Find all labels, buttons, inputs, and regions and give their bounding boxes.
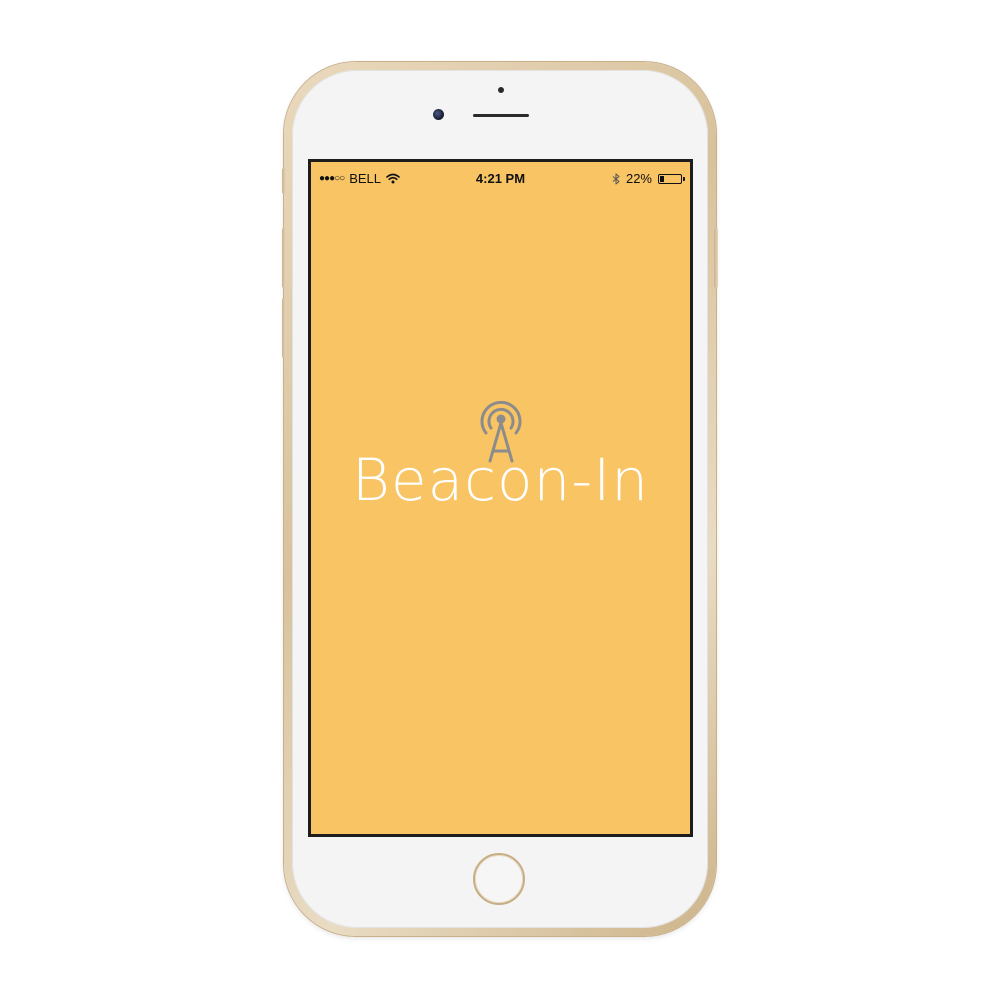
status-right: 22% — [612, 171, 685, 186]
mute-switch[interactable] — [282, 168, 286, 194]
volume-down-button[interactable] — [282, 298, 286, 358]
volume-up-button[interactable] — [282, 228, 286, 288]
home-button[interactable] — [473, 853, 525, 905]
proximity-sensor — [498, 87, 504, 93]
earpiece-speaker — [473, 114, 529, 117]
bluetooth-icon — [612, 173, 620, 184]
battery-tip — [683, 176, 685, 181]
battery-icon — [658, 173, 685, 184]
app-name: Beacon-In — [351, 446, 650, 514]
battery-level — [660, 175, 664, 182]
status-bar: ●●●○○ BELL 4:21 PM 22% — [311, 162, 690, 194]
stage: ●●●○○ BELL 4:21 PM 22% Beacon-In — [0, 0, 1000, 1000]
front-camera-icon — [433, 109, 444, 120]
power-button[interactable] — [714, 228, 718, 288]
battery-percent: 22% — [625, 171, 652, 186]
splash-screen: ●●●○○ BELL 4:21 PM 22% Beacon-In — [308, 159, 693, 837]
